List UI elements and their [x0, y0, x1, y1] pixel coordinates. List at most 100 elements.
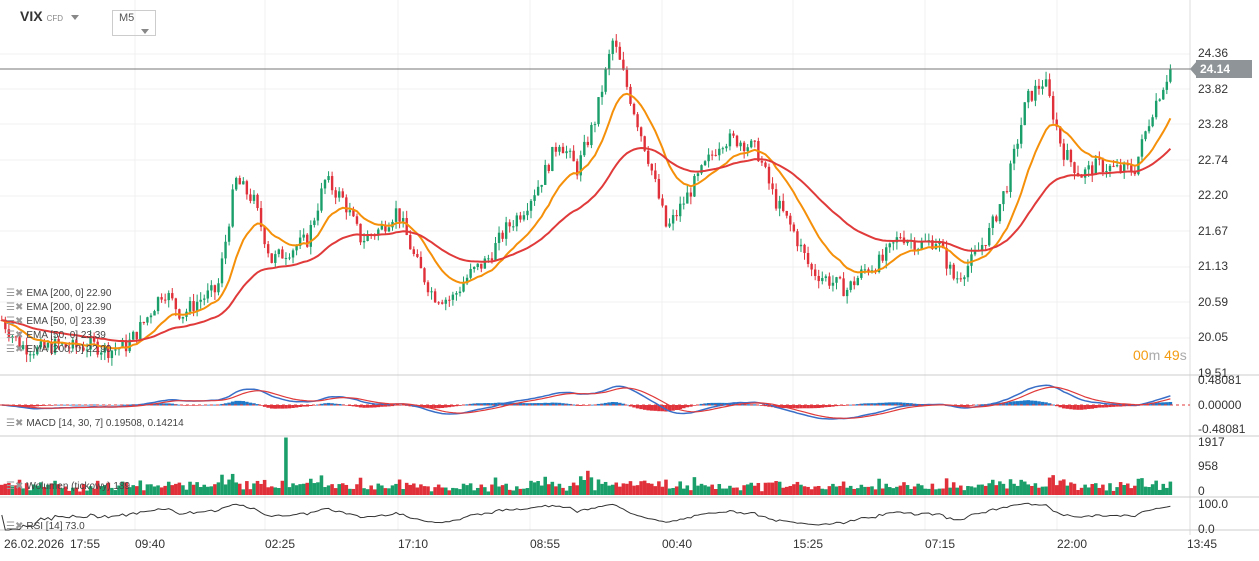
candle-body	[721, 148, 725, 150]
candle-body	[497, 232, 501, 244]
volume-bar	[1058, 480, 1063, 495]
candle-body	[881, 254, 884, 261]
volume-bar	[912, 486, 917, 495]
candle-body	[320, 188, 323, 211]
volume-bar	[1083, 484, 1087, 495]
candle-body	[270, 253, 273, 263]
volume-bar	[873, 489, 878, 495]
symbol-name: VIX	[20, 8, 43, 24]
volume-bar	[383, 488, 388, 495]
candle-body	[1030, 90, 1034, 101]
volume-bar	[678, 481, 682, 495]
volume-bar	[916, 483, 920, 495]
candle-body	[235, 178, 238, 190]
ema-legend[interactable]: ☰✖ EMA [200, 0] 22.90	[6, 302, 111, 313]
x-label: 15:25	[793, 537, 824, 551]
candle-body	[959, 278, 963, 280]
volume-bar	[174, 483, 178, 495]
volume-bar	[138, 480, 143, 495]
rsi-legend[interactable]: ☰✖ RSI [14] 73.0	[6, 521, 85, 532]
ema-legend[interactable]: ☰✖ EMA [50, 0] 23.39	[6, 316, 106, 327]
macd-legend[interactable]: ☰✖ MACD [14, 30, 7] 0.19508, 0.14214	[6, 418, 184, 429]
timeframe-select[interactable]: M5	[112, 10, 156, 36]
volume-bar	[660, 486, 665, 495]
candle-body	[174, 298, 178, 310]
volume-bar	[170, 485, 175, 495]
symbol-selector[interactable]: VIX CFD	[20, 8, 80, 24]
volume-bar	[475, 487, 480, 495]
volume-bar	[461, 483, 466, 495]
x-label: 22:00	[1057, 537, 1088, 551]
volume-bar	[426, 486, 430, 495]
volume-bar	[149, 484, 153, 495]
ema-legend[interactable]: ☰✖ EMA [200, 0] 22.90	[6, 344, 111, 355]
settings-close-icon[interactable]: ☰✖	[6, 316, 23, 327]
volume-bar	[539, 485, 544, 495]
candle-body	[245, 181, 249, 195]
candle-body	[487, 258, 490, 260]
candle-body	[529, 200, 533, 211]
volume-bar	[1097, 487, 1102, 495]
volume-bar	[753, 485, 757, 495]
volume-bar	[710, 484, 714, 495]
candle-body	[1034, 85, 1037, 101]
macd-histogram-bar	[1079, 405, 1084, 410]
chart-canvas[interactable]	[0, 0, 1259, 561]
volume-bar	[610, 484, 615, 495]
volume-bar	[433, 487, 437, 495]
candle-body	[686, 192, 689, 204]
volume-bar	[827, 486, 832, 495]
volume-bar	[1115, 487, 1119, 495]
volume-bar	[1154, 480, 1158, 495]
settings-close-icon[interactable]: ☰✖	[6, 330, 23, 341]
volume-bar	[504, 483, 508, 495]
volume-bar	[657, 481, 661, 495]
volume-bar	[806, 486, 810, 495]
volume-bar	[497, 486, 501, 495]
candle-body	[409, 235, 412, 250]
settings-close-icon[interactable]: ☰✖	[6, 288, 23, 299]
x-label: 17:55	[70, 537, 101, 551]
candle-body	[526, 210, 529, 216]
candle-body	[476, 263, 479, 268]
volume-bar	[394, 483, 398, 495]
settings-close-icon[interactable]: ☰✖	[6, 302, 23, 313]
candle-body	[1094, 158, 1097, 175]
volume-bar	[955, 487, 960, 495]
volume-bar	[646, 483, 651, 495]
volume-bar	[511, 490, 516, 495]
price-tick: 21.13	[1198, 259, 1229, 273]
volume-bar	[1019, 479, 1023, 495]
candle-body	[600, 91, 604, 98]
volume-bar	[291, 483, 295, 495]
candle-body	[664, 205, 668, 227]
candle-body	[1091, 165, 1094, 175]
candle-body	[1158, 99, 1161, 101]
candle-body	[725, 146, 728, 149]
settings-close-icon[interactable]: ☰✖	[6, 344, 23, 355]
volume-bar	[635, 485, 640, 495]
volume-bar	[397, 479, 402, 495]
ema-legend[interactable]: ☰✖ EMA [50, 0] 23.39	[6, 330, 106, 341]
volume-bar	[1094, 483, 1098, 495]
volume-bar	[493, 477, 498, 495]
candle-body	[764, 162, 767, 167]
candle-body	[338, 191, 341, 198]
ema-legend[interactable]: ☰✖ EMA [200, 0] 22.90	[6, 288, 111, 299]
volume-bar	[515, 486, 519, 495]
volume-bar	[181, 485, 185, 495]
candle-body	[441, 302, 444, 304]
volume-bar	[326, 485, 331, 495]
candle-body	[139, 322, 142, 340]
candle-body	[291, 250, 295, 258]
macd-histogram-bar	[1022, 400, 1027, 406]
macd-histogram-bar	[344, 405, 349, 406]
volume-legend[interactable]: ☰✖ Wolumen (tickowy) 189	[6, 481, 130, 492]
volume-bar	[951, 482, 956, 495]
volume-bar	[667, 488, 672, 495]
volume-bar	[412, 483, 416, 495]
volume-bar	[134, 486, 139, 495]
candle-body	[703, 161, 707, 166]
volume-bar	[323, 487, 327, 495]
candle-body	[249, 194, 252, 201]
